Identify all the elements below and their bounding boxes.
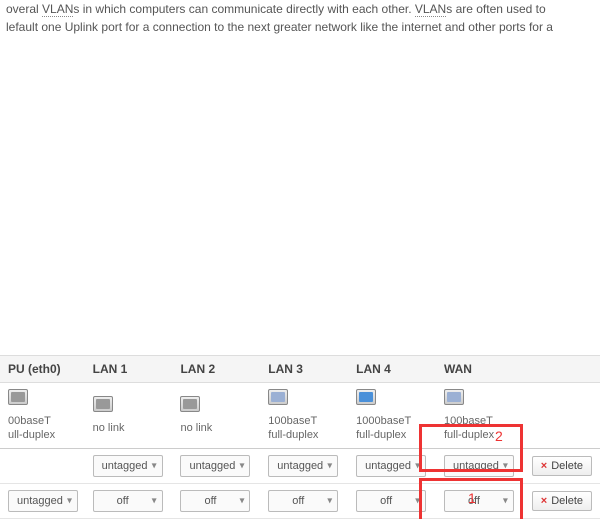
tag-select-lan1[interactable]: off bbox=[93, 490, 163, 512]
vlan-switch-table: PU (eth0) LAN 1 LAN 2 LAN 3 LAN 4 WAN 00… bbox=[0, 355, 600, 519]
port-status: 1000baseTfull-duplex bbox=[356, 414, 428, 442]
tag-select-lan2[interactable]: untagged bbox=[180, 455, 250, 477]
port-status: 00baseTull-duplex bbox=[8, 414, 77, 442]
tag-select-lan2[interactable]: off bbox=[180, 490, 250, 512]
port-icon bbox=[8, 389, 28, 405]
col-lan3: LAN 3 bbox=[260, 356, 348, 383]
col-wan: WAN bbox=[436, 356, 524, 383]
tag-select-wan[interactable]: off bbox=[444, 490, 514, 512]
port-status: 100baseTfull-duplex bbox=[444, 414, 516, 442]
vlan-abbr: VLAN bbox=[415, 2, 446, 17]
port-icon bbox=[180, 396, 200, 412]
col-actions bbox=[524, 356, 600, 383]
port-icon bbox=[268, 389, 288, 405]
close-icon: × bbox=[541, 495, 547, 507]
port-icon bbox=[356, 389, 376, 405]
port-status-row: 00baseTull-duplex no link no link 100bas… bbox=[0, 383, 600, 449]
col-cpu: PU (eth0) bbox=[0, 356, 85, 383]
port-status: no link bbox=[180, 421, 252, 435]
delete-button[interactable]: ×Delete bbox=[532, 491, 592, 511]
port-status: no link bbox=[93, 421, 165, 435]
tag-select-lan3[interactable]: off bbox=[268, 490, 338, 512]
tag-select-lan4[interactable]: untagged bbox=[356, 455, 426, 477]
port-icon bbox=[444, 389, 464, 405]
tag-select-lan1[interactable]: untagged bbox=[93, 455, 163, 477]
close-icon: × bbox=[541, 460, 547, 472]
col-lan2: LAN 2 bbox=[172, 356, 260, 383]
tag-select-lan3[interactable]: untagged bbox=[268, 455, 338, 477]
col-lan4: LAN 4 bbox=[348, 356, 436, 383]
vlan-row: untagged off off off off off ×Delete bbox=[0, 484, 600, 519]
col-lan1: LAN 1 bbox=[85, 356, 173, 383]
delete-button[interactable]: ×Delete bbox=[532, 456, 592, 476]
vlan-row: untagged untagged untagged untagged unta… bbox=[0, 449, 600, 484]
table-header-row: PU (eth0) LAN 1 LAN 2 LAN 3 LAN 4 WAN bbox=[0, 356, 600, 383]
port-icon bbox=[93, 396, 113, 412]
tag-select-cpu[interactable]: untagged bbox=[8, 490, 78, 512]
tag-select-wan[interactable]: untagged bbox=[444, 455, 514, 477]
tag-select-lan4[interactable]: off bbox=[356, 490, 426, 512]
port-status: 100baseTfull-duplex bbox=[268, 414, 340, 442]
description-text: overal VLANs in which computers can comm… bbox=[0, 0, 600, 36]
vlan-abbr: VLAN bbox=[42, 2, 73, 17]
